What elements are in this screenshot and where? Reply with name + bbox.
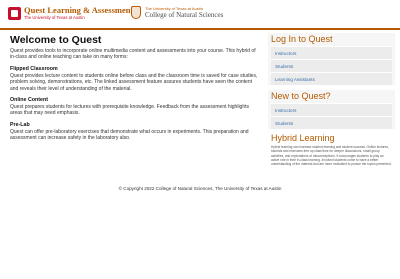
login-link-learning-assistants[interactable]: Learning Assistants [271, 72, 392, 85]
cns-logo[interactable]: The University of Texas at Austin Colleg… [131, 6, 223, 19]
login-heading: Log In to Quest [268, 33, 395, 46]
new-link-students[interactable]: Students [271, 116, 392, 129]
hybrid-heading: Hybrid Learning [271, 133, 335, 143]
page-title: Welcome to Quest [10, 34, 102, 46]
section-title-flipped: Flipped Classroom [10, 65, 58, 72]
new-link-instructors[interactable]: Instructors [271, 103, 392, 116]
quest-logo-title: Quest Learning & Assessment [24, 5, 134, 15]
footer-copyright: © Copyright 2022 College of Natural Scie… [118, 186, 282, 191]
section-body-prelab: Quest can offer pre-laboratory exercises… [10, 128, 249, 142]
intro-text: Quest provides tools to incorporate onli… [10, 48, 256, 61]
new-panel: New to Quest? Instructors Students [268, 90, 395, 129]
login-link-instructors[interactable]: Instructors [271, 46, 392, 59]
hybrid-text: Hybrid learning can increase student lea… [271, 145, 392, 167]
new-heading: New to Quest? [268, 90, 395, 103]
quest-logo[interactable]: Quest Learning & Assessment The Universi… [8, 6, 133, 21]
main-content: Welcome to Quest Quest provides tools to… [10, 34, 260, 142]
section-title-online: Online Content [10, 97, 48, 104]
section-body-flipped: Quest provides lecture content to studen… [10, 72, 258, 92]
sidebar: Log In to Quest Instructors Students Lea… [268, 33, 395, 166]
quest-logo-icon [8, 7, 21, 20]
ut-seal-icon [131, 6, 141, 19]
login-link-students[interactable]: Students [271, 59, 392, 72]
site-header: Quest Learning & Assessment The Universi… [0, 0, 400, 30]
cns-logo-title: College of Natural Sciences [145, 11, 224, 19]
login-panel: Log In to Quest Instructors Students Lea… [268, 33, 395, 85]
quest-logo-subtitle: The University of Texas at Austin [24, 15, 85, 20]
section-title-prelab: Pre-Lab [10, 121, 30, 128]
section-body-online: Quest prepares students for lectures wit… [10, 104, 250, 117]
